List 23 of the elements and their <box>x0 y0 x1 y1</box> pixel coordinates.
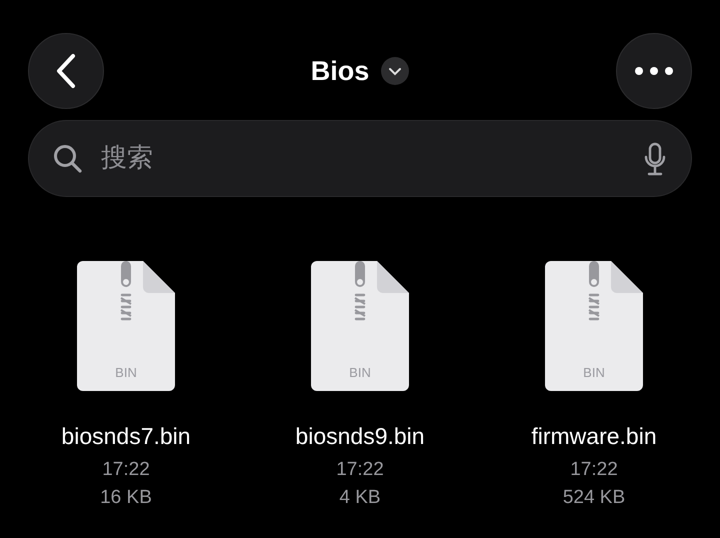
microphone-icon[interactable] <box>643 142 667 176</box>
ellipsis-icon <box>634 67 673 75</box>
file-type-label: BIN <box>349 365 371 380</box>
search-icon <box>53 144 83 174</box>
file-size: 524 KB <box>562 487 626 510</box>
file-type-label: BIN <box>115 365 137 380</box>
search-bar[interactable]: 搜索 <box>28 120 692 197</box>
file-name: biosnds9.bin <box>295 423 425 451</box>
back-icon <box>54 53 78 89</box>
file-size: 16 KB <box>100 487 152 510</box>
chevron-down-icon[interactable] <box>381 57 410 85</box>
file-icon[interactable] <box>545 261 643 391</box>
file-icon[interactable] <box>77 261 175 391</box>
file-name: biosnds7.bin <box>61 423 191 451</box>
file-size: 4 KB <box>339 487 381 510</box>
file-time: 17:22 <box>570 458 618 482</box>
file-time: 17:22 <box>336 458 384 482</box>
folder-title: Bios <box>310 54 370 88</box>
file-name: firmware.bin <box>531 423 657 451</box>
file-time: 17:22 <box>102 458 150 482</box>
file-type-label: BIN <box>583 365 605 380</box>
file-icon[interactable] <box>311 261 409 391</box>
search-field[interactable]: 搜索 <box>99 138 627 179</box>
